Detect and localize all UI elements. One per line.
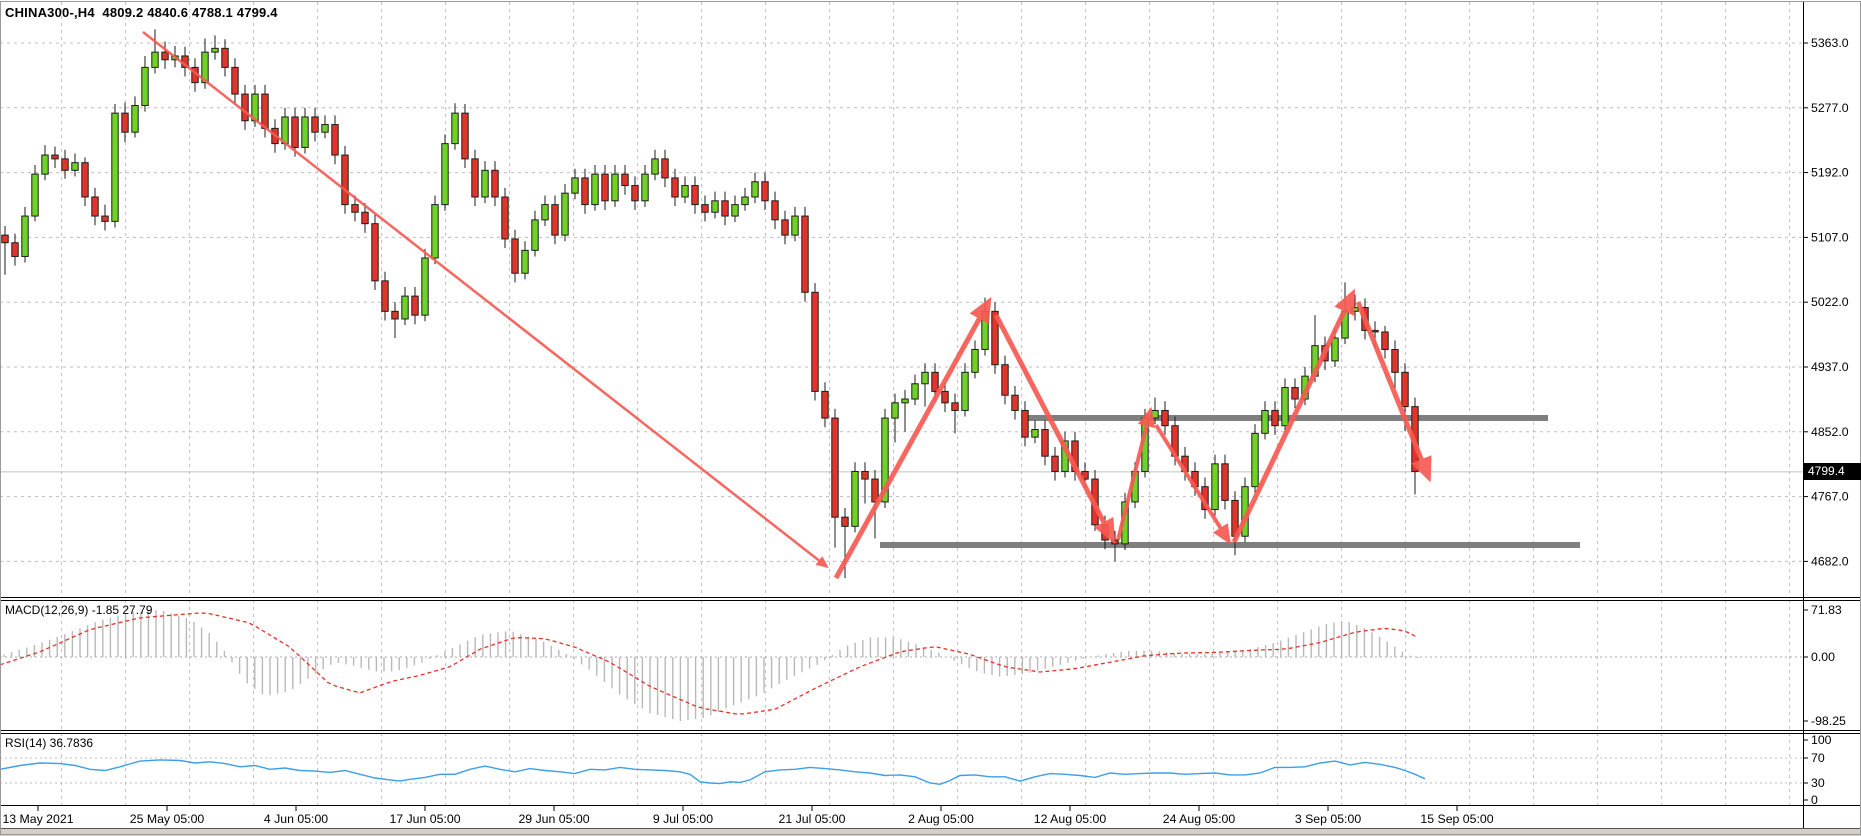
svg-text:5022.0: 5022.0: [1811, 295, 1849, 309]
svg-text:29 Jun 05:00: 29 Jun 05:00: [518, 812, 589, 826]
rsi-indicator-label: RSI(14) 36.7836: [5, 736, 93, 750]
svg-text:4937.0: 4937.0: [1811, 360, 1849, 374]
svg-text:5277.0: 5277.0: [1811, 101, 1849, 115]
svg-text:5107.0: 5107.0: [1811, 230, 1849, 244]
svg-text:30: 30: [1811, 776, 1825, 790]
svg-text:3 Sep 05:00: 3 Sep 05:00: [1295, 812, 1361, 826]
macd-indicator-label: MACD(12,26,9) -1.85 27.79: [5, 603, 152, 617]
svg-text:100: 100: [1811, 733, 1832, 747]
svg-text:71.83: 71.83: [1811, 603, 1842, 617]
svg-text:17 Jun 05:00: 17 Jun 05:00: [389, 812, 460, 826]
svg-text:0.00: 0.00: [1811, 650, 1835, 664]
svg-text:2 Aug 05:00: 2 Aug 05:00: [908, 812, 974, 826]
trading-chart-window[interactable]: 5363.0 5277.0 5192.0 5107.0 5022.0 4937.0 4852…: [0, 0, 1861, 836]
svg-text:5363.0: 5363.0: [1811, 36, 1849, 50]
svg-text:24 Aug 05:00: 24 Aug 05:00: [1163, 812, 1236, 826]
svg-text:9 Jul 05:00: 9 Jul 05:00: [653, 812, 713, 826]
svg-text:21 Jul 05:00: 21 Jul 05:00: [778, 812, 845, 826]
svg-text:25 May 05:00: 25 May 05:00: [130, 812, 205, 826]
symbol-ohlc-header: CHINA300-,H4 4809.2 4840.6 4788.1 4799.4: [5, 5, 278, 20]
svg-text:12 Aug 05:00: 12 Aug 05:00: [1034, 812, 1107, 826]
svg-text:4682.0: 4682.0: [1811, 554, 1849, 568]
svg-text:-98.25: -98.25: [1811, 714, 1846, 728]
svg-text:70: 70: [1811, 751, 1825, 765]
chart-canvas[interactable]: 5363.0 5277.0 5192.0 5107.0 5022.0 4937.0 4852…: [0, 0, 1861, 836]
svg-text:5192.0: 5192.0: [1811, 166, 1849, 180]
svg-text:4767.0: 4767.0: [1811, 490, 1849, 504]
svg-text:15 Sep 05:00: 15 Sep 05:00: [1420, 812, 1493, 826]
svg-text:13 May 2021: 13 May 2021: [2, 812, 73, 826]
svg-text:4852.0: 4852.0: [1811, 425, 1849, 439]
svg-text:4 Jun 05:00: 4 Jun 05:00: [264, 812, 328, 826]
svg-text:0: 0: [1811, 793, 1818, 807]
current-price-badge: 4799.4: [1804, 463, 1861, 480]
